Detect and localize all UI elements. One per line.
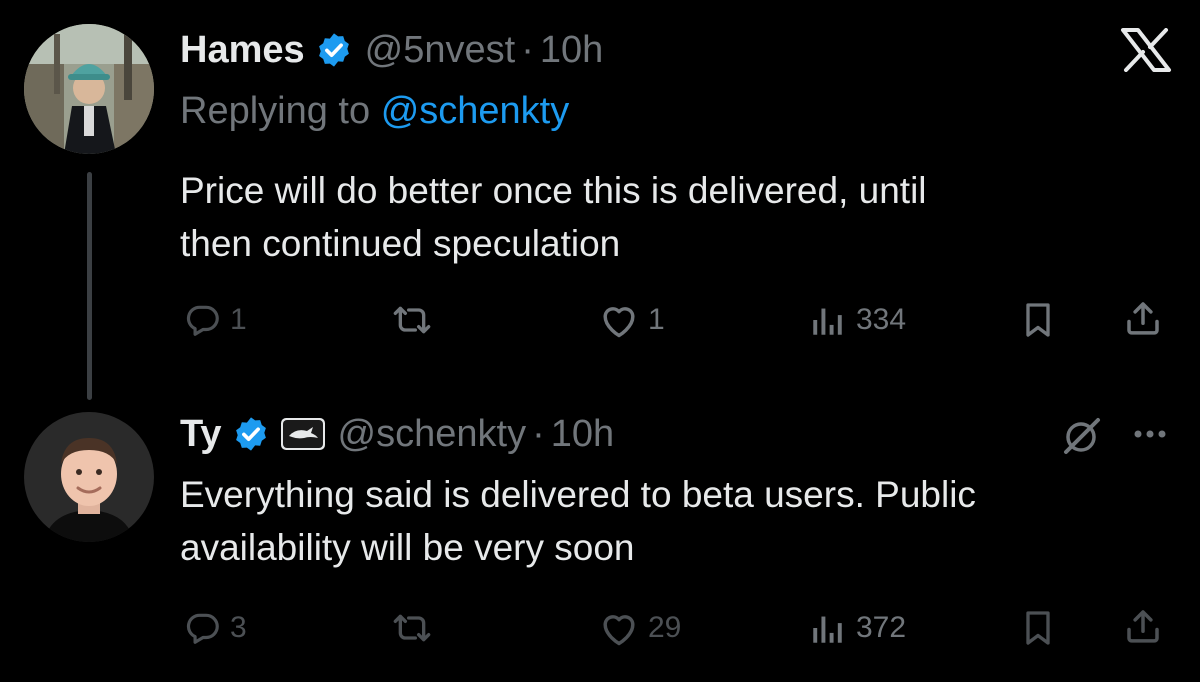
tweet-text-line: availability will be very soon (180, 527, 635, 568)
thread-line (87, 172, 92, 400)
share-button[interactable] (1122, 298, 1164, 338)
tweet-text-line: then continued speculation (180, 223, 621, 264)
like-icon (598, 609, 640, 647)
share-button[interactable] (1122, 606, 1164, 646)
tweet-header: Hames @5nvest · 10h (180, 26, 603, 74)
author-handle[interactable]: @5nvest (365, 29, 516, 72)
like-icon (598, 301, 640, 339)
avatar[interactable] (24, 412, 154, 542)
reply-icon (184, 301, 222, 339)
bookmark-button[interactable] (1018, 300, 1058, 340)
bookmark-button[interactable] (1018, 608, 1058, 648)
verified-badge-icon (315, 31, 353, 69)
like-count: 29 (648, 611, 682, 644)
replying-to: Replying to @schenkty (180, 90, 569, 133)
time-separator: · (532, 412, 545, 455)
retweet-icon (390, 608, 434, 648)
tweet-text-line: Everything said is delivered to beta use… (180, 474, 976, 515)
tweet-text: Everything said is delivered to beta use… (180, 468, 976, 574)
reply-icon (184, 609, 222, 647)
replying-handle-link[interactable]: @schenkty (381, 90, 570, 132)
tweet-text: Price will do better once this is delive… (180, 164, 927, 270)
bookmark-icon (1018, 300, 1058, 340)
author-name[interactable]: Hames (180, 29, 305, 72)
like-count: 1 (648, 303, 665, 336)
retweet-button[interactable] (390, 608, 434, 648)
bookmark-icon (1018, 608, 1058, 648)
tweet-time[interactable]: 10h (551, 413, 614, 456)
avatar[interactable] (24, 24, 154, 154)
time-separator: · (521, 28, 534, 71)
share-icon (1122, 297, 1164, 339)
reply-count: 1 (230, 303, 247, 336)
author-handle[interactable]: @schenkty (338, 413, 527, 456)
affiliate-logo-icon[interactable] (280, 417, 326, 451)
views-icon (808, 302, 848, 338)
author-name[interactable]: Ty (180, 413, 222, 456)
views-count: 334 (856, 303, 907, 336)
tweet-header: Ty @schenkty · 10h (180, 410, 614, 458)
reply-button[interactable]: 3 (184, 608, 247, 648)
like-button[interactable]: 29 (598, 608, 681, 648)
grok-icon[interactable] (1060, 416, 1104, 456)
tweet-time[interactable]: 10h (540, 29, 603, 72)
x-logo-icon[interactable] (1120, 28, 1172, 72)
like-button[interactable]: 1 (598, 300, 665, 340)
views-icon (808, 610, 848, 646)
verified-badge-icon (232, 415, 270, 453)
reply-button[interactable]: 1 (184, 300, 247, 340)
share-icon (1122, 605, 1164, 647)
more-icon[interactable] (1130, 424, 1170, 444)
views-button[interactable]: 372 (808, 608, 906, 648)
retweet-icon (390, 300, 434, 340)
replying-prefix: Replying to (180, 90, 371, 132)
retweet-button[interactable] (390, 300, 434, 340)
views-button[interactable]: 334 (808, 300, 906, 340)
views-count: 372 (856, 611, 907, 644)
tweet-text-line: Price will do better once this is delive… (180, 170, 927, 211)
reply-count: 3 (230, 611, 247, 644)
